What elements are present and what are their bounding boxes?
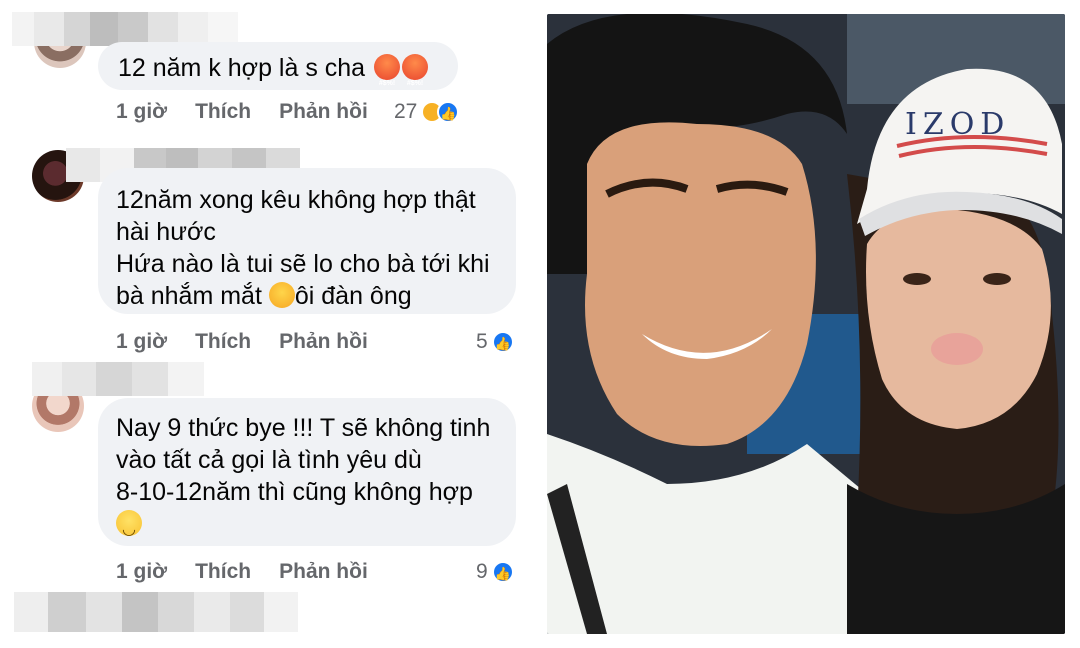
reply-button[interactable]: Phản hồi <box>279 100 368 124</box>
reply-button[interactable]: Phản hồi <box>279 560 368 584</box>
angry-face-icon <box>402 54 429 100</box>
reaction-count: 27 <box>394 100 418 123</box>
reaction-summary[interactable]: 5 👍 <box>476 330 514 354</box>
comment-bubble: 12năm xong kêu không hợp thật hài hước H… <box>98 168 516 314</box>
comment-text: 12 năm k hợp là s cha <box>118 54 366 82</box>
comment-time[interactable]: 1 giờ <box>116 330 167 354</box>
blurred-name <box>32 362 204 396</box>
blurred-name <box>14 592 298 632</box>
like-reaction-icon: 👍 <box>437 101 460 123</box>
laughing-face-icon <box>268 282 295 308</box>
comment-bubble: Nay 9 thức bye !!! T sẽ không tinh vào t… <box>98 398 516 546</box>
selfie-illustration: IZOD <box>547 14 1065 634</box>
comment-text: Nay 9 thức bye !!! T sẽ không tinh <box>116 414 491 442</box>
comment-text: hài hước <box>116 218 216 246</box>
reaction-count: 9 <box>476 560 488 583</box>
reaction-summary[interactable]: 27 👍 <box>394 100 460 124</box>
cap-logo-text: IZOD <box>905 107 1010 142</box>
comment-bubble: 12 năm k hợp là s cha <box>98 42 458 100</box>
comment-time[interactable]: 1 giờ <box>116 100 167 124</box>
comment-actions: 1 giờ Thích Phản hồi <box>116 330 396 354</box>
comment-text: Hứa nào là tui sẽ lo cho bà tới khi <box>116 250 490 278</box>
comments-panel: 12 năm k hợp là s cha 1 giờ Thích Phản h… <box>0 0 540 648</box>
angry-face-icon <box>374 54 401 100</box>
like-button[interactable]: Thích <box>195 100 251 124</box>
comment-text: ôi đàn ông <box>294 282 412 310</box>
reaction-count: 5 <box>476 330 488 353</box>
like-reaction-icon: 👍 <box>491 331 514 353</box>
reply-button[interactable]: Phản hồi <box>279 330 368 354</box>
like-reaction-icon: 👍 <box>491 561 514 583</box>
comment-text: 12năm xong kêu không hợp thật <box>116 186 476 214</box>
comment-time[interactable]: 1 giờ <box>116 560 167 584</box>
reaction-summary[interactable]: 9 👍 <box>476 560 514 584</box>
comment-text: bà nhắm mắt <box>116 282 262 310</box>
like-button[interactable]: Thích <box>195 330 251 354</box>
smile-face-icon <box>116 510 142 546</box>
selfie-photo: IZOD <box>547 14 1065 634</box>
blurred-name <box>12 12 238 46</box>
like-button[interactable]: Thích <box>195 560 251 584</box>
comment-text: vào tất cả gọi là tình yêu dù <box>116 446 422 474</box>
comment-actions: 1 giờ Thích Phản hồi <box>116 560 396 584</box>
comment-actions: 1 giờ Thích Phản hồi <box>116 100 396 124</box>
comment-text: 8-10-12năm thì cũng không hợp <box>116 478 473 506</box>
